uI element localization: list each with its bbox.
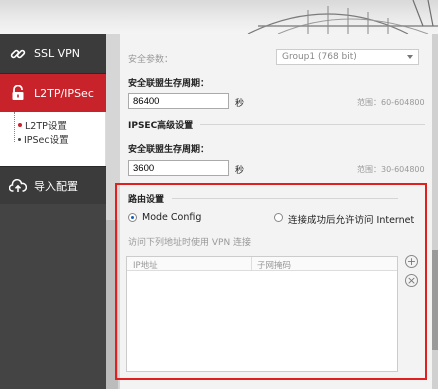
internet-access-radio[interactable] (274, 213, 283, 222)
tree-line (14, 112, 15, 142)
submenu-item-ipsec-settings[interactable]: IPSec设置 (18, 132, 69, 146)
seconds-unit: 秒 (235, 99, 245, 109)
internet-access-label[interactable]: 连接成功后允许访问 Internet (288, 212, 414, 226)
submenu: L2TP设置 IPSec设置 (0, 112, 106, 166)
column-header-ip: IP地址 (133, 261, 158, 271)
ipsec-lifetime-range: 范围：30-604800 (357, 165, 425, 174)
route-table[interactable]: IP地址 子网掩码 (126, 256, 398, 372)
submenu-item-label: IPSec设置 (24, 135, 69, 146)
sa-lifetime-label: 安全联盟生存周期： (128, 79, 210, 89)
ipsec-sa-lifetime-input[interactable] (128, 160, 229, 176)
top-banner (0, 0, 438, 34)
security-param-select[interactable]: Group1 (768 bit) (276, 49, 419, 65)
ipsec-sa-lifetime-label: 安全联盟生存周期： (128, 145, 210, 155)
remove-circle-icon[interactable]: × (405, 274, 418, 287)
bullet-icon (18, 123, 22, 127)
routing-title: 路由设置 (128, 195, 165, 205)
sidebar-fill (0, 204, 106, 389)
scrollbar-thumb[interactable] (432, 250, 438, 350)
sidebar: SSL VPN L2TP/IPSec L2TP设置 IPSec设置 导入配置 (0, 34, 106, 389)
section-divider (172, 198, 398, 199)
ipsec-advanced-title: IPSEC高级设置 (128, 121, 194, 131)
seconds-unit: 秒 (235, 166, 245, 176)
column-header-mask: 子网掩码 (257, 261, 292, 271)
security-param-value: Group1 (768 bit) (282, 52, 357, 62)
chevron-down-icon (407, 55, 413, 59)
mode-config-radio[interactable] (128, 213, 137, 222)
sidebar-item-ssl-vpn[interactable]: SSL VPN (0, 34, 106, 74)
sa-lifetime-input[interactable] (128, 93, 229, 109)
bridge-graphic (247, 0, 438, 34)
sidebar-item-label: SSL VPN (34, 47, 80, 60)
section-divider (200, 124, 425, 125)
submenu-item-l2tp-settings[interactable]: L2TP设置 (18, 118, 67, 132)
cloud-upload-icon (8, 177, 28, 195)
column-divider (251, 257, 252, 271)
bullet-icon (18, 137, 21, 141)
add-circle-icon[interactable]: + (405, 255, 418, 268)
lifetime-range: 范围：60-604800 (357, 98, 425, 107)
sidebar-item-import-config[interactable]: 导入配置 (0, 166, 106, 204)
sidebar-item-label: L2TP/IPSec (34, 86, 94, 100)
link-icon (8, 45, 28, 63)
security-param-label: 安全参数： (128, 55, 174, 65)
lock-icon (8, 84, 28, 102)
sidebar-item-l2tp-ipsec[interactable]: L2TP/IPSec (0, 74, 106, 112)
mode-config-label[interactable]: Mode Config (142, 212, 201, 223)
routing-hint: 访问下列地址时使用 VPN 连接 (128, 238, 252, 248)
sidebar-item-label: 导入配置 (34, 179, 78, 193)
submenu-item-label: L2TP设置 (25, 121, 67, 132)
route-table-header: IP地址 子网掩码 (127, 257, 397, 271)
